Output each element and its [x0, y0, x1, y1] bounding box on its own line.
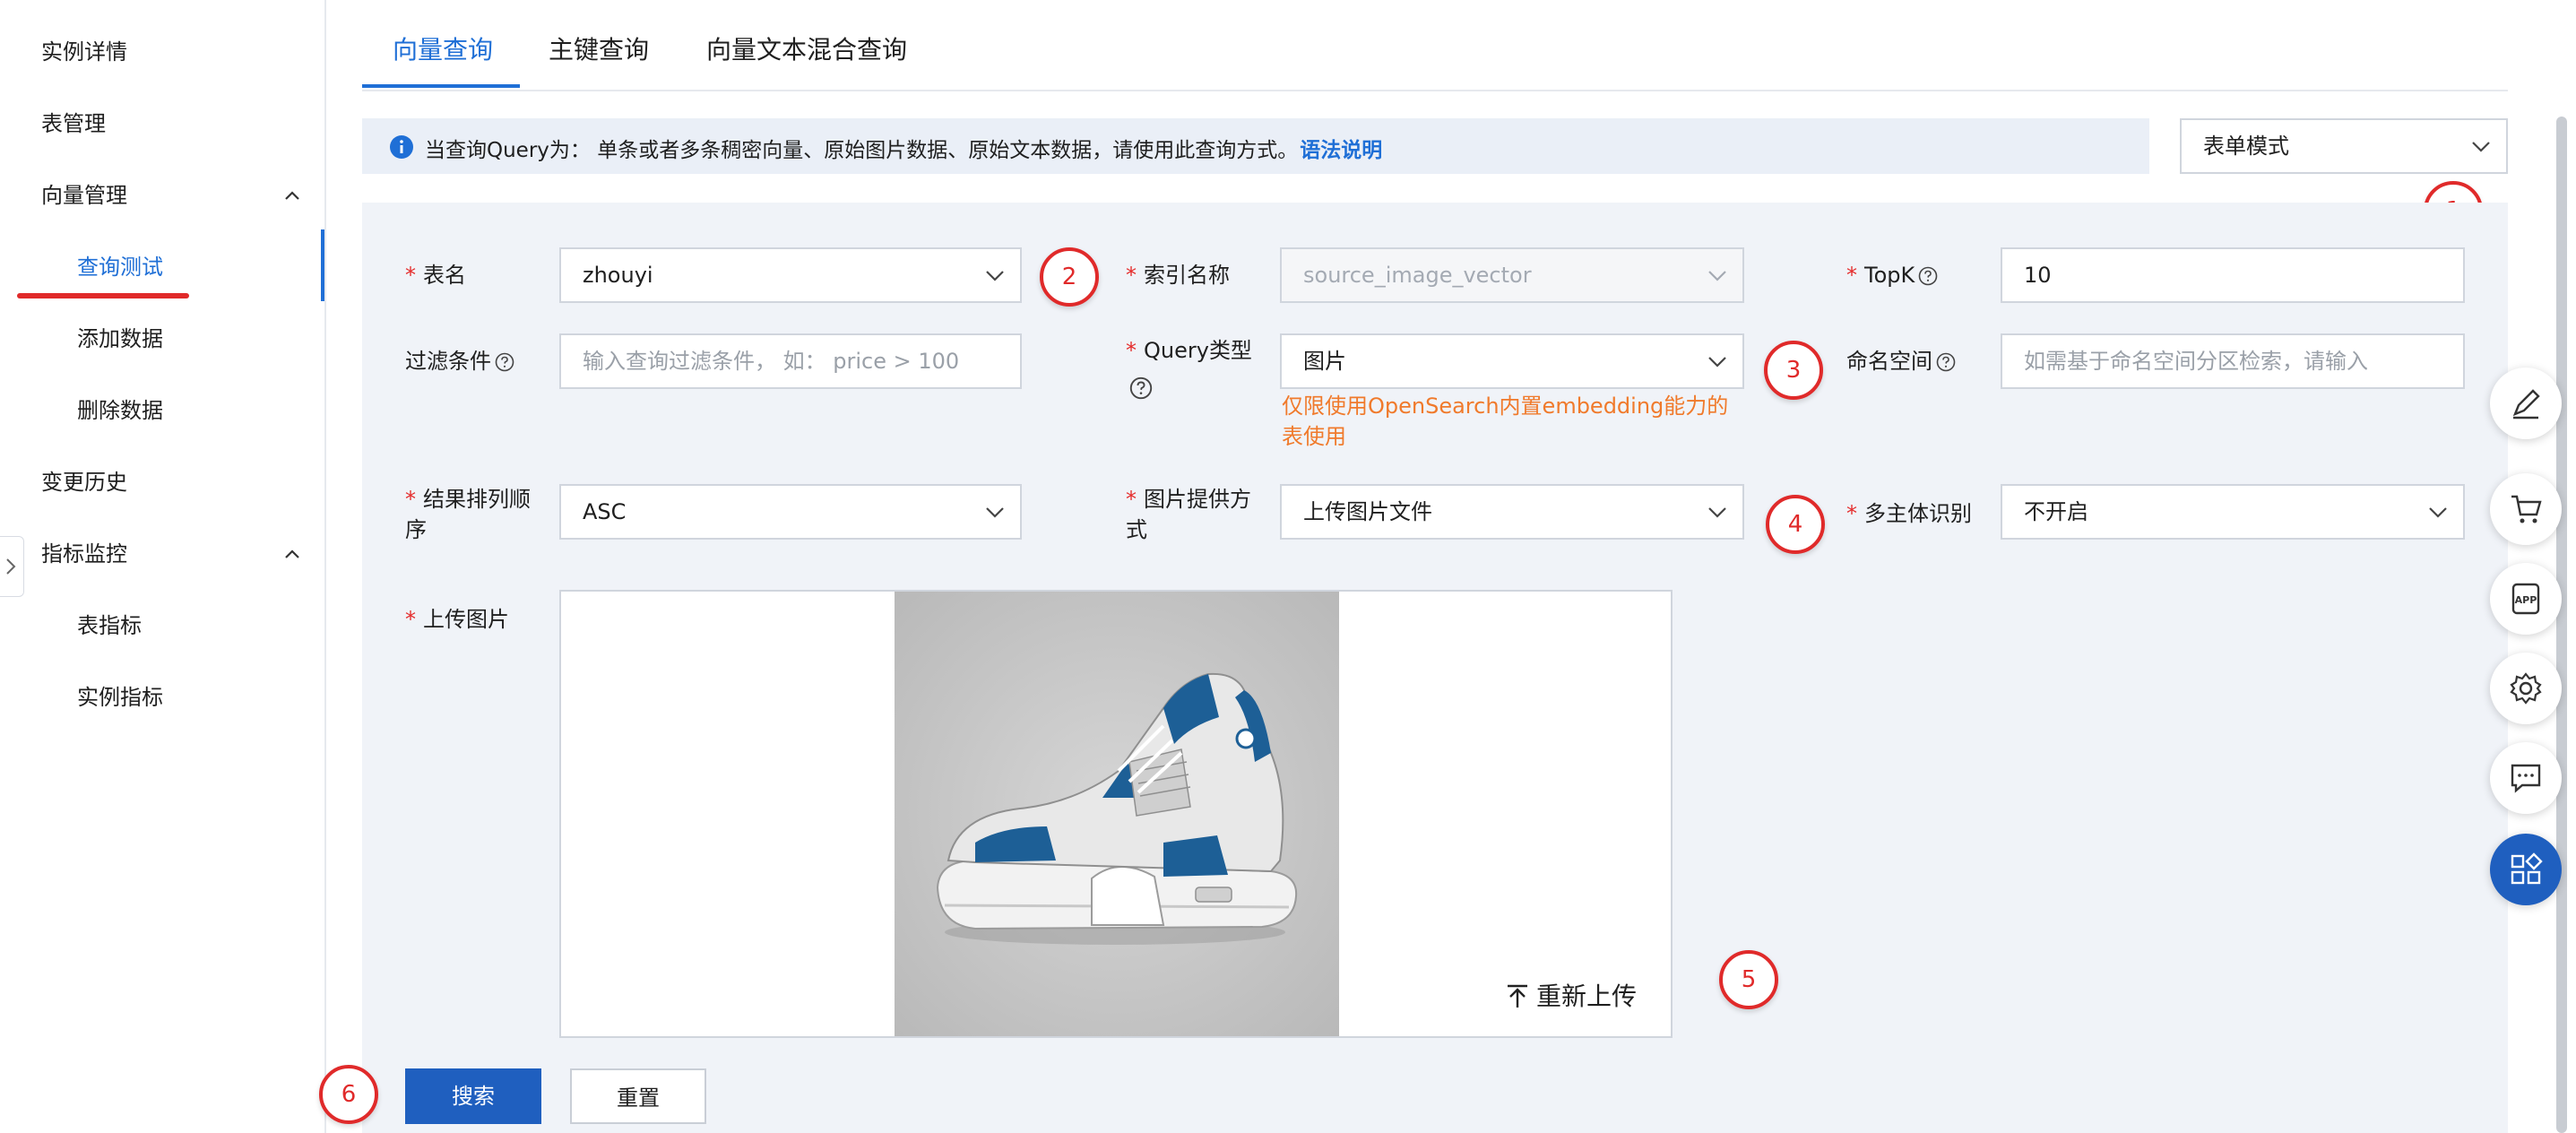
multi-subject-label: * 多主体识别 — [1846, 501, 1972, 526]
reset-button[interactable]: 重置 — [570, 1068, 706, 1124]
sort-order-select[interactable]: ASC — [559, 484, 1022, 540]
chevron-down-icon — [986, 507, 1004, 518]
info-text: 当查询Query为： 单条或者多条稠密向量、原始图片数据、原始文本数据，请使用此… — [425, 139, 1299, 162]
tab-vector-query[interactable]: 向量查询 — [393, 32, 493, 68]
annotation-marker: 5 — [1719, 950, 1778, 1009]
message-button[interactable] — [2490, 742, 2562, 814]
sidebar-item-table-metrics[interactable]: 表指标 — [77, 611, 142, 640]
image-source-label: * 图片提供方式 — [1126, 487, 1251, 542]
mode-select-value: 表单模式 — [2203, 134, 2289, 159]
query-type-value: 图片 — [1303, 349, 1346, 374]
chevron-up-icon[interactable] — [283, 186, 301, 204]
chevron-down-icon — [986, 271, 1004, 281]
uploaded-shoe-image — [895, 592, 1339, 1036]
svg-text:APP: APP — [2515, 594, 2537, 606]
chevron-up-icon[interactable] — [283, 545, 301, 563]
topk-label: * TopK — [1846, 260, 1938, 290]
sidebar-collapse-handle[interactable] — [0, 536, 24, 597]
help-icon[interactable] — [1918, 266, 1938, 286]
sidebar-item-instance-detail[interactable]: 实例详情 — [41, 38, 127, 66]
app-button[interactable]: APP — [2490, 563, 2562, 635]
sidebar-item-change-history[interactable]: 变更历史 — [41, 468, 127, 497]
app-icon: APP — [2511, 583, 2540, 615]
reupload-button[interactable]: 重新上传 — [1504, 977, 1637, 1013]
sort-order-value: ASC — [583, 499, 627, 524]
sidebar-item-vector-management[interactable]: 向量管理 — [41, 181, 127, 210]
chevron-down-icon — [2472, 142, 2490, 152]
tab-primary-key-query[interactable]: 主键查询 — [549, 32, 649, 68]
multi-subject-value: 不开启 — [2024, 499, 2088, 524]
message-icon — [2511, 764, 2541, 793]
info-icon — [390, 135, 413, 159]
syntax-help-link[interactable]: 语法说明 — [1300, 139, 1382, 162]
edit-button[interactable] — [2490, 368, 2562, 439]
apps-grid-button[interactable] — [2490, 834, 2562, 905]
image-source-value: 上传图片文件 — [1303, 499, 1432, 524]
annotation-marker: 4 — [1766, 495, 1825, 554]
settings-button[interactable] — [2490, 653, 2562, 724]
sidebar-item-delete-data[interactable]: 删除数据 — [77, 396, 163, 425]
namespace-input[interactable]: 如需基于命名空间分区检索，请输入 — [2001, 333, 2465, 389]
cart-icon — [2511, 495, 2542, 523]
topk-value: 10 — [2024, 263, 2052, 288]
chevron-down-icon — [1708, 507, 1726, 518]
edit-icon — [2512, 389, 2540, 419]
annotation-marker: 6 — [319, 1065, 378, 1124]
help-icon[interactable] — [495, 352, 514, 372]
index-name-select: source_image_vector — [1280, 247, 1744, 303]
namespace-placeholder: 如需基于命名空间分区检索，请输入 — [2024, 349, 2368, 374]
topk-input[interactable]: 10 — [2001, 247, 2465, 303]
filter-label: 过滤条件 — [405, 346, 514, 376]
query-type-label: * Query类型 — [1126, 338, 1252, 363]
page-scrollbar[interactable] — [2556, 117, 2567, 1133]
filter-input[interactable]: 输入查询过滤条件， 如： price > 100 — [559, 333, 1022, 389]
search-button[interactable]: 搜索 — [405, 1068, 541, 1124]
image-upload-box[interactable]: 重新上传 — [559, 590, 1673, 1038]
filter-placeholder: 输入查询过滤条件， 如： price > 100 — [583, 349, 960, 374]
annotation-marker: 2 — [1040, 247, 1099, 307]
info-bar: 当查询Query为： 单条或者多条稠密向量、原始图片数据、原始文本数据，请使用此… — [362, 118, 2149, 174]
table-name-label: * 表名 — [405, 263, 466, 288]
sidebar-item-instance-metrics[interactable]: 实例指标 — [77, 683, 163, 712]
embedding-note: 仅限使用OpenSearch内置embedding能力的表使用 — [1282, 394, 1729, 449]
sidebar-item-metrics-monitor[interactable]: 指标监控 — [41, 540, 127, 568]
mode-select[interactable]: 表单模式 — [2180, 118, 2508, 174]
image-source-select[interactable]: 上传图片文件 — [1280, 484, 1744, 540]
tab-active-underline — [362, 84, 520, 88]
help-icon[interactable] — [1129, 376, 1153, 400]
upload-image-label: * 上传图片 — [405, 607, 509, 632]
chevron-down-icon — [1708, 357, 1726, 368]
reupload-label: 重新上传 — [1535, 982, 1637, 1011]
chevron-down-icon — [1708, 271, 1726, 281]
chevron-down-icon — [2429, 507, 2447, 518]
apps-grid-icon — [2511, 852, 2543, 885]
active-indicator — [321, 229, 324, 301]
cart-button[interactable] — [2490, 473, 2562, 545]
sidebar: 实例详情 表管理 向量管理 查询测试 添加数据 删除数据 变更历史 指标监控 表… — [0, 0, 326, 1133]
table-name-select[interactable]: zhouyi — [559, 247, 1022, 303]
sidebar-item-query-test[interactable]: 查询测试 — [77, 253, 163, 281]
upload-icon — [1507, 984, 1527, 1008]
annotation-marker: 3 — [1764, 341, 1823, 400]
sidebar-item-add-data[interactable]: 添加数据 — [77, 324, 163, 353]
query-type-select[interactable]: 图片 — [1280, 333, 1744, 389]
help-icon[interactable] — [1936, 352, 1956, 372]
namespace-label: 命名空间 — [1846, 346, 1956, 376]
red-underline-mark — [17, 293, 189, 298]
index-name-value: source_image_vector — [1303, 263, 1532, 288]
table-name-value: zhouyi — [583, 263, 653, 288]
multi-subject-select[interactable]: 不开启 — [2001, 484, 2465, 540]
query-tabs: 向量查询 主键查询 向量文本混合查询 — [362, 0, 2508, 91]
sort-order-label: * 结果排列顺序 — [405, 487, 531, 542]
sidebar-item-table-management[interactable]: 表管理 — [41, 109, 106, 138]
tab-hybrid-query[interactable]: 向量文本混合查询 — [706, 32, 907, 68]
chevron-right-icon — [6, 558, 16, 575]
index-name-label: * 索引名称 — [1126, 263, 1230, 288]
settings-icon — [2510, 672, 2542, 705]
